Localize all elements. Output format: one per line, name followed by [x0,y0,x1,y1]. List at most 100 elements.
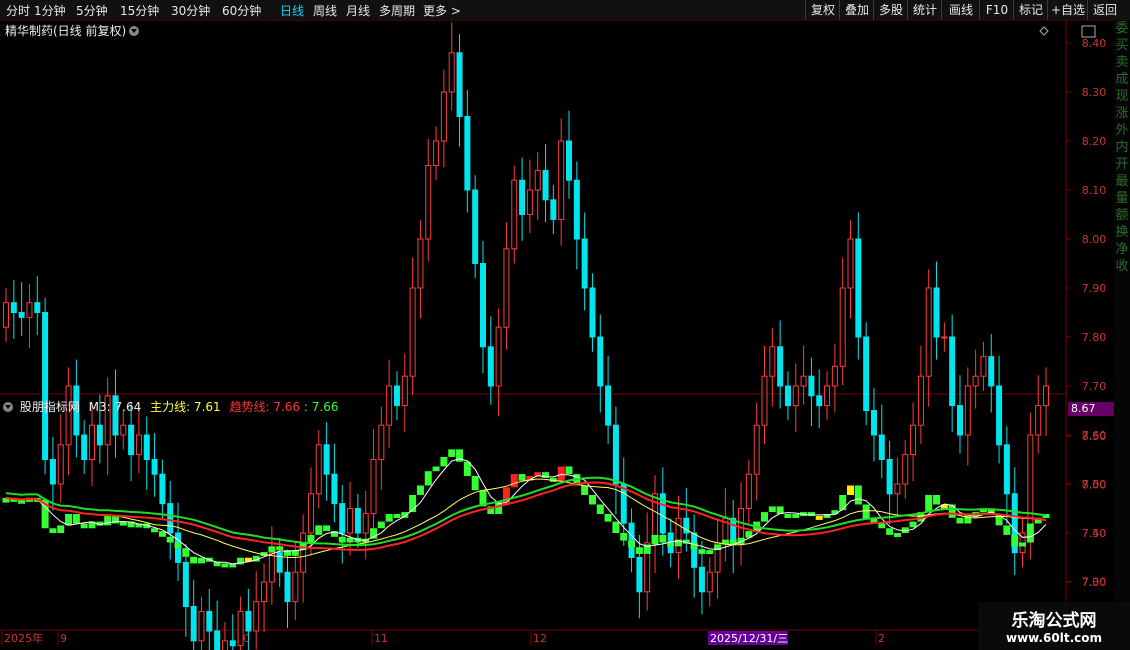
candle-body [18,312,25,318]
dropdown-icon[interactable] [129,26,140,36]
candle-body [761,375,768,426]
candle-body [558,140,565,220]
stock-name: 精华制药(日线 前复权) [5,24,127,38]
candle-body [628,522,635,559]
indicator-bar [1019,542,1027,547]
candle-body [143,434,150,460]
candle-body [738,508,745,544]
candle-body [511,179,518,250]
indicator-bar [80,523,88,529]
indicator-bar [620,533,628,541]
candle-body [347,508,354,534]
date-label: 2025年 [4,631,43,645]
candle-body [941,336,948,339]
indicator-bar [338,536,346,543]
indicator-bar [1003,525,1011,535]
candle-body [159,473,166,505]
indicator-bar [760,512,768,522]
indicator-bar [377,521,385,529]
candle-body [839,287,846,367]
indicator-bar [651,534,659,545]
candle-body [870,410,877,436]
candle-body [519,179,526,215]
indicator-bar [893,533,901,537]
candle-body [964,385,971,436]
candle-body [167,503,174,534]
candle-body [925,287,932,377]
watermark-url: www.60lt.com [1005,631,1103,645]
indicator-bar [706,550,714,555]
indicator-bar [565,466,573,475]
candle-body [10,302,17,314]
indicator-bar [596,504,604,514]
candle-body [949,336,956,407]
strip-label: 内 [1115,140,1129,155]
candle-body [886,459,893,495]
indicator-bar [854,485,862,505]
candle-body [863,336,870,411]
candle-body [339,503,346,534]
candle-body [581,238,588,289]
candle-body [855,238,862,338]
candle-body [198,610,205,642]
indicator-bar [57,525,65,533]
indicator-menu-icon[interactable] [3,402,13,412]
candle-body [933,287,940,338]
indicator-bar [925,494,933,513]
candle-body [221,640,228,650]
candle-body [425,165,432,240]
candle-body [784,385,791,407]
candle-body [589,287,596,338]
candle-body [566,140,573,181]
price-tick-label: 8.00 [1082,233,1107,246]
price-tick-label: 8.30 [1082,86,1107,99]
indicator-bar [581,485,589,495]
candle-body [479,263,486,348]
candle-body [89,424,96,461]
candle-body [824,385,831,407]
indicator-bar [784,513,792,518]
strip-label: 净 [1115,242,1129,257]
candle-body [120,424,127,436]
indicator-bar [909,521,917,528]
indicator-bar [768,506,776,513]
diamond-icon [1039,26,1049,36]
ind-tick-label: 8.00 [1082,479,1107,492]
candle-body [448,52,455,93]
indicator-name[interactable]: 股朋指标网 [20,400,80,414]
watermark: 乐淘公式网 www.60lt.com [978,602,1130,650]
indicator-bar [612,521,620,533]
candle-body [980,356,987,377]
strip-label: 买 [1115,38,1129,53]
candle-body [245,610,252,632]
price-tick-label: 8.20 [1082,135,1107,148]
candle-body [323,444,330,475]
candle-body [284,571,291,603]
candle-body [65,385,72,446]
candle-body [276,552,283,573]
candle-body [268,552,275,583]
candle-body [237,610,244,647]
indicator-bar [307,534,315,543]
trend-line-value: 趋势线: 7.66 [229,400,301,414]
indicator-bar [1011,534,1019,547]
candle-body [292,571,299,603]
date-label: 2 [878,632,885,645]
extra-value: : 7.66 [303,400,339,414]
strip-label: 外 [1115,123,1129,138]
candle-body [261,581,268,603]
maximize-icon [1081,25,1096,38]
candle-body [49,459,56,485]
candle-body [816,395,823,407]
indicator-bar [518,474,526,481]
indicator-bar [948,504,956,518]
indicator-bar [510,474,518,488]
indicator-bar [995,513,1003,526]
date-label: 12 [533,632,547,645]
candle-body [753,424,760,475]
candle-body [440,91,447,142]
indicator-bar [268,546,276,553]
kline-chart-canvas[interactable]: 8.408.308.208.108.007.907.807.707.607.50… [0,0,1130,650]
indicator-bar [588,494,596,505]
candle-body [526,189,533,215]
